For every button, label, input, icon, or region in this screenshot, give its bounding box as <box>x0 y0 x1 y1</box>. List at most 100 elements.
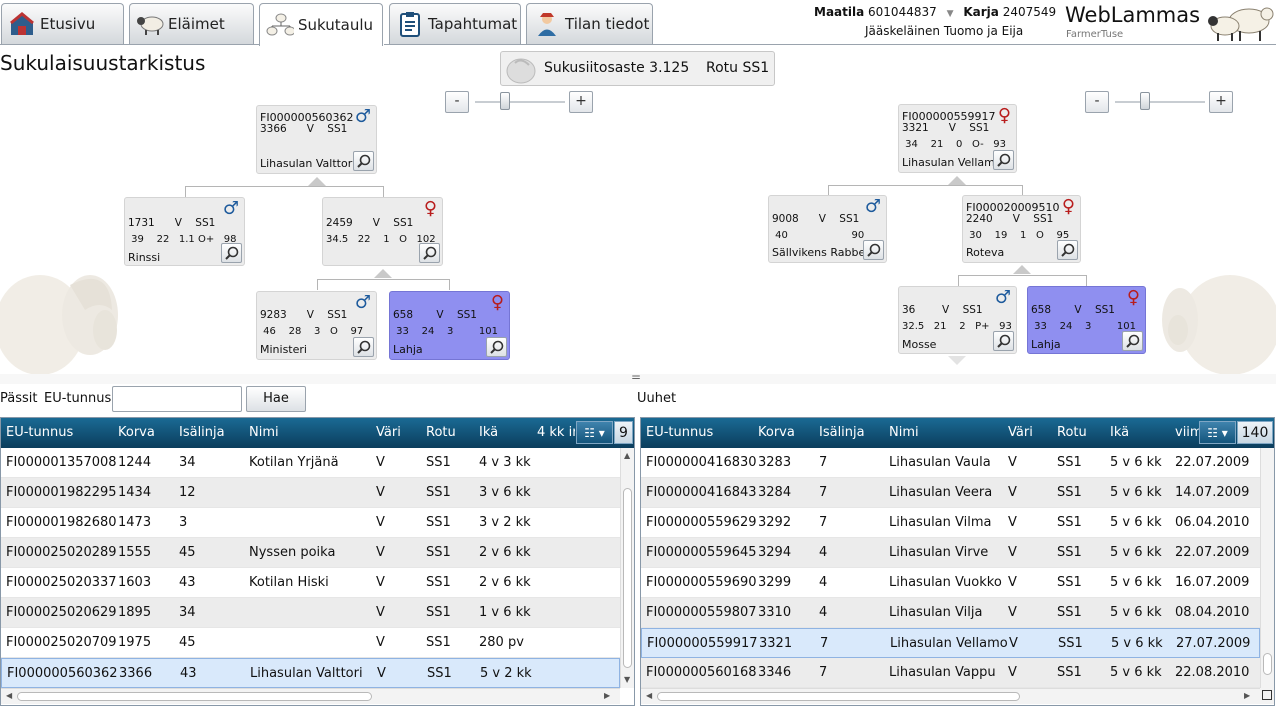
column-header[interactable]: Ikä <box>479 425 498 440</box>
collapse-arrow-icon[interactable] <box>948 356 966 365</box>
scroll-up-icon[interactable]: ▲ <box>624 451 630 460</box>
column-header[interactable]: Väri <box>376 425 401 440</box>
column-header[interactable]: Väri <box>1008 425 1033 440</box>
table-row[interactable]: FI000000559807 3310 4 Lihasulan Vilja V SS1 5 … <box>641 598 1260 628</box>
table-row[interactable]: FI000001357008 1244 34 Kotilan Yrjänä V SS1 4 … <box>1 448 620 478</box>
tab-elaimet[interactable]: Eläimet <box>129 3 254 44</box>
pedigree-root-card[interactable]: FI000000560362 3366 V SS1 Lihasulan Valt… <box>256 105 377 174</box>
column-header[interactable]: EU-tunnus <box>6 425 73 440</box>
column-chooser-button[interactable]: ☷ ▾ <box>576 421 613 444</box>
column-header[interactable]: Rotu <box>1057 425 1087 440</box>
zoom-track[interactable] <box>1115 101 1205 103</box>
table-row[interactable]: FI000025020289 1555 45 Nyssen poika V SS1 2 v … <box>1 538 620 568</box>
magnifier-button[interactable] <box>353 337 374 357</box>
pedigree-dam-card[interactable]: FI000020009510 2240 V SS1 30 19 1 O 95 R… <box>962 195 1081 263</box>
table-cell: 22.07.2009 <box>1175 545 1250 560</box>
table-row[interactable]: FI000000559645 3294 4 Lihasulan Virve V SS1 5 … <box>641 538 1260 568</box>
magnifier-button[interactable] <box>221 243 242 263</box>
magnifier-button[interactable] <box>486 337 507 357</box>
table-cell: FI000001982295 <box>6 485 117 500</box>
magnifier-button[interactable] <box>993 150 1014 170</box>
table-row[interactable]: FI000001982680 1473 3 V SS1 3 v 2 kk <box>1 508 620 538</box>
column-header[interactable]: viim <box>1175 425 1199 440</box>
pedigree-sire-card[interactable]: 1731 V SS1 39 22 1.1 O+ 98 Rinssi ♂ <box>124 197 245 266</box>
magnifier-button[interactable] <box>419 243 440 263</box>
table-row[interactable]: FI000001982295 1434 12 V SS1 3 v 6 kk <box>1 478 620 508</box>
zoom-slider-right[interactable]: - + <box>1085 91 1233 113</box>
zoom-thumb[interactable] <box>499 92 510 110</box>
vertical-scrollbar[interactable] <box>1260 448 1274 688</box>
zoom-in-button[interactable]: + <box>1209 91 1233 113</box>
magnifier-button[interactable] <box>353 151 374 171</box>
scroll-left-icon[interactable]: ◀ <box>646 691 652 700</box>
expand-arrow-icon[interactable] <box>374 269 392 278</box>
zoom-slider-left[interactable]: - + <box>445 91 593 113</box>
magnifier-button[interactable] <box>1057 240 1078 260</box>
zoom-track[interactable] <box>475 101 565 103</box>
inbreeding-breed: Rotu SS1 <box>706 60 770 76</box>
tab-etusivu[interactable]: Etusivu <box>1 3 124 44</box>
scroll-right-icon[interactable]: ▶ <box>1244 691 1250 700</box>
horizontal-scrollbar[interactable]: ◀ ▶ <box>1 688 620 704</box>
horizontal-scrollbar[interactable]: ◀ ▶ <box>641 688 1260 704</box>
splitter-handle[interactable]: = <box>631 370 641 384</box>
column-header[interactable]: Isälinja <box>179 425 225 440</box>
expand-arrow-icon[interactable] <box>1013 265 1031 274</box>
column-header[interactable]: Korva <box>758 425 795 440</box>
magnifier-button[interactable] <box>863 240 884 260</box>
column-chooser-button[interactable]: ☷ ▾ <box>1199 421 1236 444</box>
column-header[interactable]: 4 kk ir <box>537 425 575 440</box>
table-row[interactable]: FI000000416843 3284 7 Lihasulan Veera V SS1 5 … <box>641 478 1260 508</box>
scroll-thumb[interactable] <box>17 692 372 701</box>
table-row[interactable]: FI000000559917 3321 7 Lihasulan Vellamo V SS1… <box>641 628 1260 658</box>
tab-tilan-tiedot[interactable]: Tilan tiedot <box>526 3 653 44</box>
table-cell: V <box>377 666 386 681</box>
tab-sukutaulu[interactable]: Sukutaulu <box>259 3 383 46</box>
eu-search-input[interactable] <box>112 386 242 412</box>
pedigree-dam-sire-card[interactable]: 36 V SS1 32.5 21 2 P+ 93 Mosse ♂ <box>898 286 1017 354</box>
expand-arrow-icon[interactable] <box>308 177 326 186</box>
column-header[interactable]: Korva <box>118 425 155 440</box>
magnifier-button[interactable] <box>993 331 1014 351</box>
pedigree-dam-dam-card[interactable]: 658 V SS1 33 24 3 101 Lahja ♀ <box>1027 286 1146 354</box>
table-row[interactable]: FI000000559690 3299 4 Lihasulan Vuokko V SS1 5… <box>641 568 1260 598</box>
scroll-thumb[interactable] <box>1263 653 1272 675</box>
pedigree-dam-dam-card[interactable]: 658 V SS1 33 24 3 101 Lahja ♀ <box>389 291 510 360</box>
table-row[interactable]: FI000000559629 3292 7 Lihasulan Vilma V SS1 5 … <box>641 508 1260 538</box>
column-header[interactable]: Rotu <box>426 425 456 440</box>
zoom-out-button[interactable]: - <box>445 91 469 113</box>
zoom-thumb[interactable] <box>1139 92 1150 110</box>
column-header[interactable]: EU-tunnus <box>646 425 713 440</box>
tab-tapahtumat[interactable]: Tapahtumat <box>389 3 521 44</box>
scroll-left-icon[interactable]: ◀ <box>6 691 12 700</box>
scroll-down-icon[interactable]: ▼ <box>624 675 630 684</box>
expand-arrow-icon[interactable] <box>948 176 966 185</box>
magnifier-button[interactable] <box>1122 331 1143 351</box>
column-header[interactable]: Nimi <box>249 425 279 440</box>
table-row[interactable]: FI000025020629 1895 34 V SS1 1 v 6 kk <box>1 598 620 628</box>
column-header[interactable]: Isälinja <box>819 425 865 440</box>
zoom-in-button[interactable]: + <box>569 91 593 113</box>
search-button[interactable]: Hae <box>246 386 306 412</box>
table-row[interactable]: FI000025020709 1975 45 V SS1 280 pv <box>1 628 620 658</box>
scroll-thumb[interactable] <box>623 488 632 668</box>
column-header[interactable]: Nimi <box>889 425 919 440</box>
column-header[interactable]: Ikä <box>1110 425 1129 440</box>
resize-corner-icon[interactable] <box>1260 688 1274 704</box>
table-row[interactable]: FI000000416830 3283 7 Lihasulan Vaula V SS1 5 … <box>641 448 1260 478</box>
farm-selector[interactable]: Maatila 601044837 ▼ Karja 2407549 <box>814 5 1056 19</box>
table-row[interactable]: FI000025020337 1603 43 Kotilan Hiski V SS1 2 v… <box>1 568 620 598</box>
pedigree-root-card[interactable]: FI000000559917 3321 V SS1 34 21 0 O- 93 … <box>898 104 1017 173</box>
table-row[interactable]: FI000000560362 3366 43 Lihasulan Valttori V S… <box>1 658 620 688</box>
table-row[interactable]: FI000000560168 3346 7 Lihasulan Vappu V SS1 5 … <box>641 658 1260 688</box>
pedigree-dam-card[interactable]: 2459 V SS1 34.5 22 1 O 102 ♀ <box>322 197 443 266</box>
table-cell: 7 <box>819 515 828 530</box>
pedigree-sire-card[interactable]: 9008 V SS1 40 90 Sällvikens Rabbe ♂ <box>768 195 887 263</box>
pedigree-dam-sire-card[interactable]: 9283 V SS1 46 28 3 O 97 Ministeri ♂ <box>256 291 377 360</box>
chevron-down-icon[interactable]: ▼ <box>947 9 954 19</box>
zoom-out-button[interactable]: - <box>1085 91 1109 113</box>
scroll-thumb[interactable] <box>657 692 1020 701</box>
scroll-right-icon[interactable]: ▶ <box>604 691 610 700</box>
vertical-scrollbar[interactable]: ▲ ▼ <box>620 448 634 688</box>
table-cell: 34 <box>179 455 196 470</box>
